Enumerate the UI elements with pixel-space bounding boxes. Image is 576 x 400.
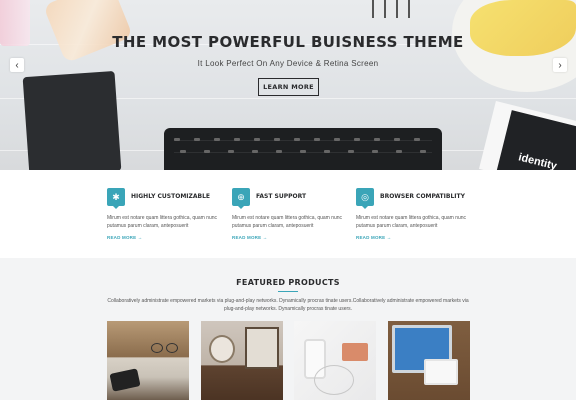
feature-title: BROWSER COMPATIBLITY <box>380 193 465 200</box>
hero-subtitle: It Look Perfect On Any Device & Retina S… <box>197 59 379 68</box>
section-description: Collaboratively administrate empowered m… <box>107 298 469 312</box>
tablet-image <box>424 359 458 385</box>
glasses-image <box>151 343 181 355</box>
compass-icon: ◎ <box>356 188 374 209</box>
featured-products-section: FEATURED PRODUCTS Collaboratively admini… <box>0 258 576 400</box>
pencils-image <box>372 0 422 18</box>
feature-title: FAST SUPPORT <box>256 193 307 200</box>
features-section: ✱ HIGHLY CUSTOMIZABLE Mirum est notare q… <box>0 170 576 258</box>
earphones-image <box>314 365 354 395</box>
card-logo-text: identity <box>517 151 559 170</box>
phone-image <box>109 368 141 392</box>
globe-icon: ⊕ <box>232 188 250 209</box>
card-image <box>342 343 368 361</box>
chevron-left-icon: ‹ <box>15 59 19 71</box>
perfume-bottle-image <box>43 0 133 64</box>
product-thumbnail-books[interactable] <box>107 321 189 400</box>
chevron-right-icon: › <box>558 59 562 71</box>
read-more-link[interactable]: READ MORE → <box>356 235 391 240</box>
slider-next-button[interactable]: › <box>553 58 567 72</box>
keyboard-image <box>164 128 442 170</box>
section-title: FEATURED PRODUCTS <box>236 278 340 287</box>
product-thumbnail-laptop[interactable] <box>388 321 470 400</box>
clock-image <box>209 335 235 363</box>
title-underline <box>278 291 298 292</box>
hero-slider: identity THE MOST POWERFUL BUISNESS THEM… <box>0 0 576 170</box>
read-more-link[interactable]: READ MORE → <box>107 235 142 240</box>
notebook-image <box>22 70 122 170</box>
slider-prev-button[interactable]: ‹ <box>10 58 24 72</box>
feature-description: Mirum est notare quam littera gothica, q… <box>107 215 218 229</box>
hero-title: THE MOST POWERFUL BUISNESS THEME <box>112 33 464 51</box>
feature-title: HIGHLY CUSTOMIZABLE <box>131 193 211 200</box>
product-thumbnail-phone[interactable] <box>294 321 376 400</box>
feature-description: Mirum est notare quam littera gothica, q… <box>232 215 343 229</box>
learn-more-button[interactable]: LEARN MORE <box>258 78 319 96</box>
feature-description: Mirum est notare quam littera gothica, q… <box>356 215 467 229</box>
gear-icon: ✱ <box>107 188 125 209</box>
read-more-link[interactable]: READ MORE → <box>232 235 267 240</box>
frame-image <box>245 327 279 369</box>
product-thumbnail-clock[interactable] <box>201 321 283 400</box>
